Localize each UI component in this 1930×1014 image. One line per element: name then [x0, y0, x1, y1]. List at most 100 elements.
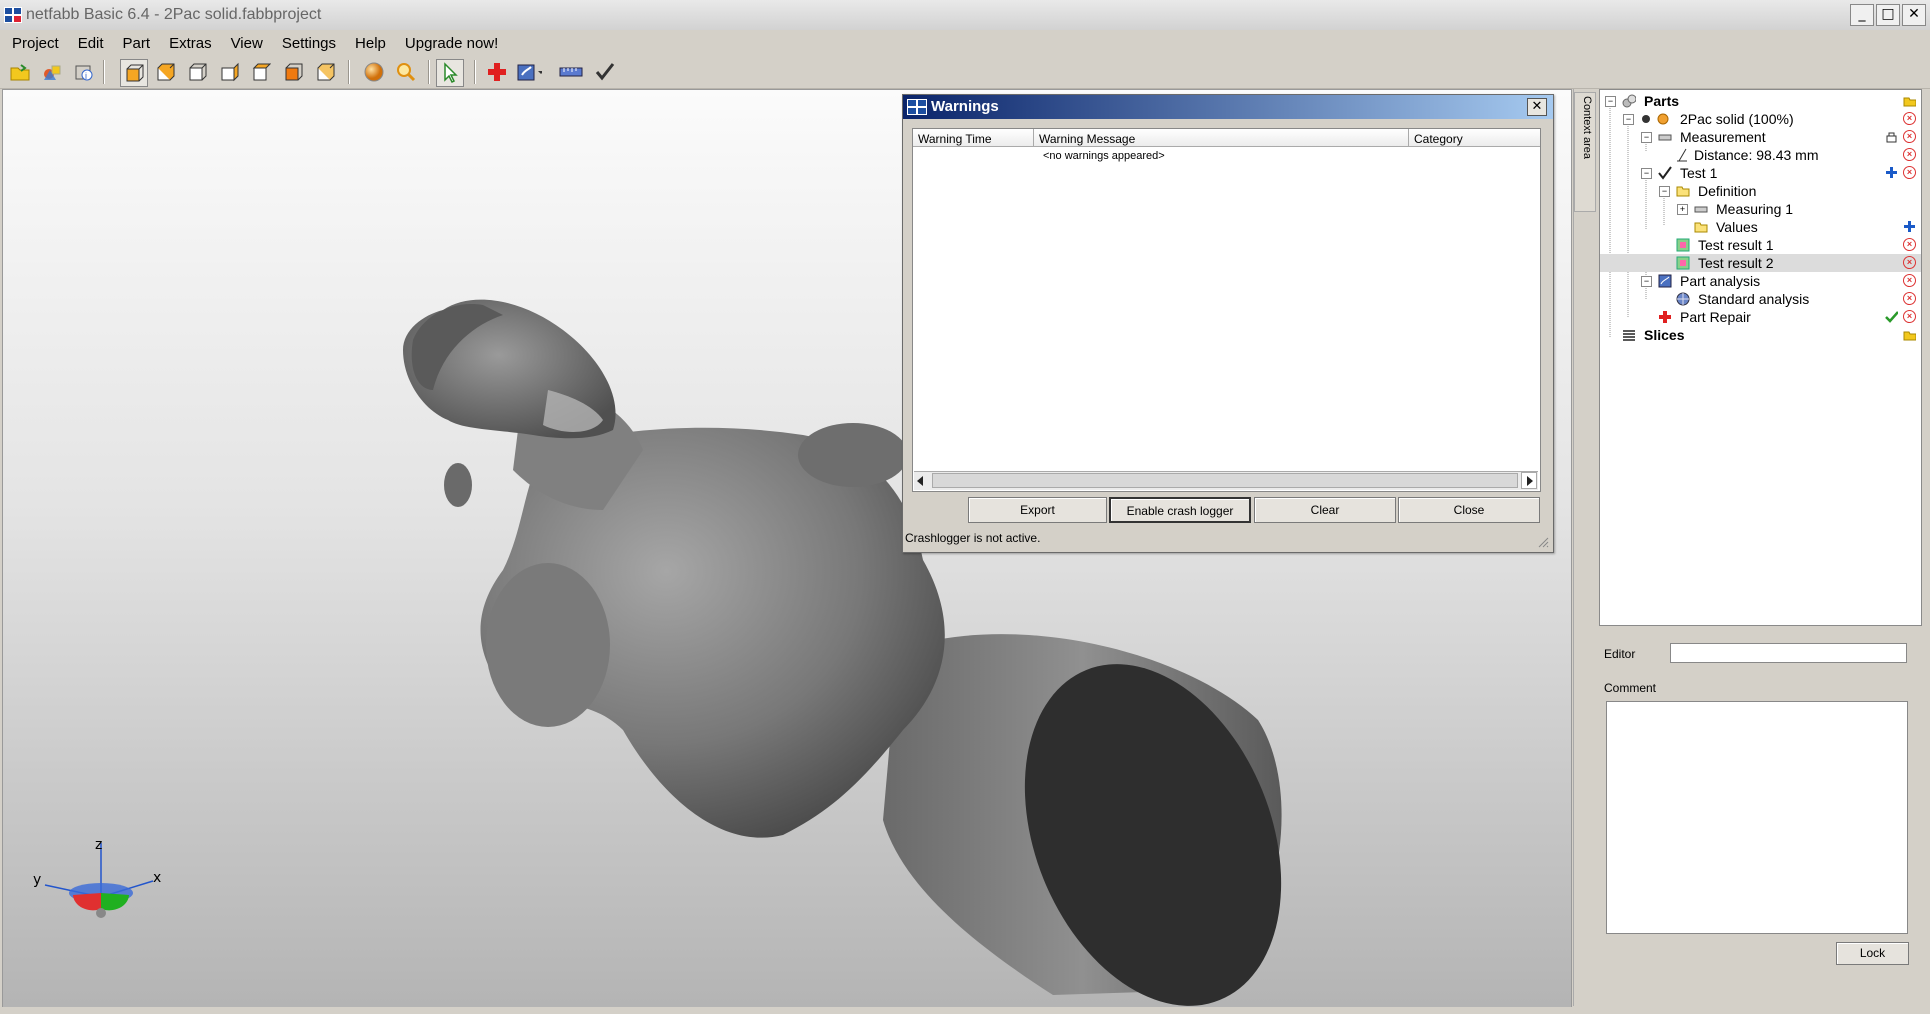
tree-row-measurement[interactable]: − Measurement ×	[1600, 128, 1921, 146]
menu-upgrade[interactable]: Upgrade now!	[393, 35, 505, 52]
add-icon[interactable]	[1903, 220, 1916, 233]
zoom-icon[interactable]	[393, 59, 419, 85]
scroll-left-icon[interactable]	[917, 476, 923, 486]
repair-cross-icon[interactable]	[484, 59, 510, 85]
comment-textarea[interactable]	[1606, 701, 1908, 934]
context-area-strip	[1573, 89, 1598, 1006]
add-part-icon[interactable]	[39, 59, 65, 85]
part-dot-icon	[1642, 115, 1650, 123]
remove-icon[interactable]: ×	[1903, 166, 1916, 179]
export-button[interactable]: Export	[968, 497, 1107, 523]
analysis-icon[interactable]	[516, 59, 542, 85]
menu-edit[interactable]: Edit	[66, 35, 111, 52]
column-category[interactable]: Category	[1409, 129, 1540, 147]
menu-view[interactable]: View	[219, 35, 270, 52]
enable-crash-logger-button[interactable]: Enable crash logger	[1109, 497, 1251, 523]
menu-settings[interactable]: Settings	[270, 35, 343, 52]
sphere-icon[interactable]	[361, 59, 387, 85]
clear-button[interactable]: Clear	[1254, 497, 1396, 523]
axis-x-label: x	[153, 870, 162, 886]
window-title: netfabb Basic 6.4 - 2Pac solid.fabbproje…	[26, 6, 322, 23]
remove-icon[interactable]: ×	[1903, 292, 1916, 305]
view-iso-icon[interactable]	[312, 59, 338, 85]
tree-row-part[interactable]: − 2Pac solid (100%) ×	[1600, 110, 1921, 128]
empty-warnings-message: <no warnings appeared>	[1043, 150, 1165, 162]
tree-label: Values	[1716, 219, 1758, 235]
warnings-list[interactable]: Warning Time Warning Message Category <n…	[912, 128, 1541, 492]
netfabb-logo-icon	[4, 7, 22, 23]
axis-y-label: y	[33, 872, 42, 888]
minimize-button[interactable]: _	[1850, 4, 1874, 26]
tree-label: Definition	[1698, 183, 1757, 199]
tree-row-test-result1[interactable]: Test result 1 ×	[1600, 236, 1921, 254]
project-tree[interactable]: − Parts − 2Pac solid (100%) × − Measurem…	[1599, 89, 1922, 626]
repair-cross-icon	[1659, 311, 1671, 323]
resize-grip-icon[interactable]	[1537, 536, 1549, 548]
tree-label: Test result 2	[1698, 255, 1774, 271]
tree-row-part-repair[interactable]: Part Repair ×	[1600, 308, 1921, 326]
maximize-button[interactable]: □	[1876, 4, 1900, 26]
lock-icon[interactable]	[1885, 130, 1898, 143]
tree-row-test-result2[interactable]: Test result 2 ×	[1600, 254, 1921, 272]
scroll-right-icon[interactable]	[1527, 476, 1533, 486]
remove-icon[interactable]: ×	[1903, 238, 1916, 251]
column-warning-message[interactable]: Warning Message	[1034, 129, 1409, 147]
view-front-icon[interactable]	[120, 59, 148, 87]
view-bottom-icon[interactable]	[280, 59, 306, 85]
tree-row-slices[interactable]: Slices	[1600, 326, 1921, 344]
editor-field[interactable]	[1670, 643, 1907, 663]
part-info-icon[interactable]: i	[71, 59, 97, 85]
globe-icon	[1676, 292, 1690, 306]
horizontal-scrollbar[interactable]	[914, 471, 1538, 490]
view-right-icon[interactable]	[216, 59, 242, 85]
tree-row-definition[interactable]: − Definition	[1600, 182, 1921, 200]
tree-row-values[interactable]: Values	[1600, 218, 1921, 236]
test-result-icon	[1676, 256, 1690, 270]
tree-row-distance[interactable]: Distance: 98.43 mm ×	[1600, 146, 1921, 164]
check-icon[interactable]	[1885, 310, 1898, 323]
scrollbar-track[interactable]	[932, 473, 1518, 488]
remove-icon[interactable]: ×	[1903, 274, 1916, 287]
close-button[interactable]: Close	[1398, 497, 1540, 523]
menu-project[interactable]: Project	[0, 35, 66, 52]
remove-icon[interactable]: ×	[1903, 130, 1916, 143]
menu-help[interactable]: Help	[343, 35, 393, 52]
remove-icon[interactable]: ×	[1903, 112, 1916, 125]
tree-row-parts[interactable]: − Parts	[1600, 92, 1921, 110]
open-icon[interactable]	[7, 59, 33, 85]
measure-ruler-icon[interactable]	[558, 59, 584, 85]
editor-label: Editor	[1604, 647, 1636, 661]
remove-icon[interactable]: ×	[1903, 148, 1916, 161]
tree-label: Part Repair	[1680, 309, 1751, 325]
tree-row-measuring1[interactable]: + Measuring 1	[1600, 200, 1921, 218]
context-area-label: Context area	[1581, 96, 1593, 159]
slices-icon	[1623, 330, 1635, 341]
menu-part[interactable]: Part	[111, 35, 158, 52]
measurement-ruler-icon	[1694, 206, 1708, 213]
remove-icon[interactable]: ×	[1903, 256, 1916, 269]
tree-row-standard-analysis[interactable]: Standard analysis ×	[1600, 290, 1921, 308]
menu-extras[interactable]: Extras	[157, 35, 219, 52]
remove-icon[interactable]: ×	[1903, 310, 1916, 323]
view-top-icon[interactable]	[248, 59, 274, 85]
analysis-icon	[1658, 274, 1672, 288]
test-result-icon	[1676, 238, 1690, 252]
netfabb-logo-icon	[907, 99, 927, 115]
axis-z-label: z	[95, 837, 103, 853]
view-back-icon[interactable]	[152, 59, 178, 85]
dialog-close-icon[interactable]: ✕	[1527, 98, 1547, 116]
tree-label: Measurement	[1680, 129, 1766, 145]
tree-label: Part analysis	[1680, 273, 1761, 289]
tree-row-part-analysis[interactable]: − Part analysis ×	[1600, 272, 1921, 290]
lock-button[interactable]: Lock	[1836, 942, 1909, 965]
check-icon[interactable]	[592, 59, 618, 85]
add-icon[interactable]	[1885, 166, 1898, 179]
close-window-button[interactable]: ✕	[1902, 4, 1926, 26]
select-arrow-icon[interactable]	[436, 59, 464, 87]
view-left-icon[interactable]	[184, 59, 210, 85]
tree-row-test1[interactable]: − Test 1 ×	[1600, 164, 1921, 182]
folder-open-icon[interactable]	[1903, 328, 1916, 341]
folder-open-icon[interactable]	[1903, 94, 1916, 107]
warnings-dialog-titlebar[interactable]: Warnings ✕	[903, 95, 1553, 119]
column-warning-time[interactable]: Warning Time	[913, 129, 1034, 147]
